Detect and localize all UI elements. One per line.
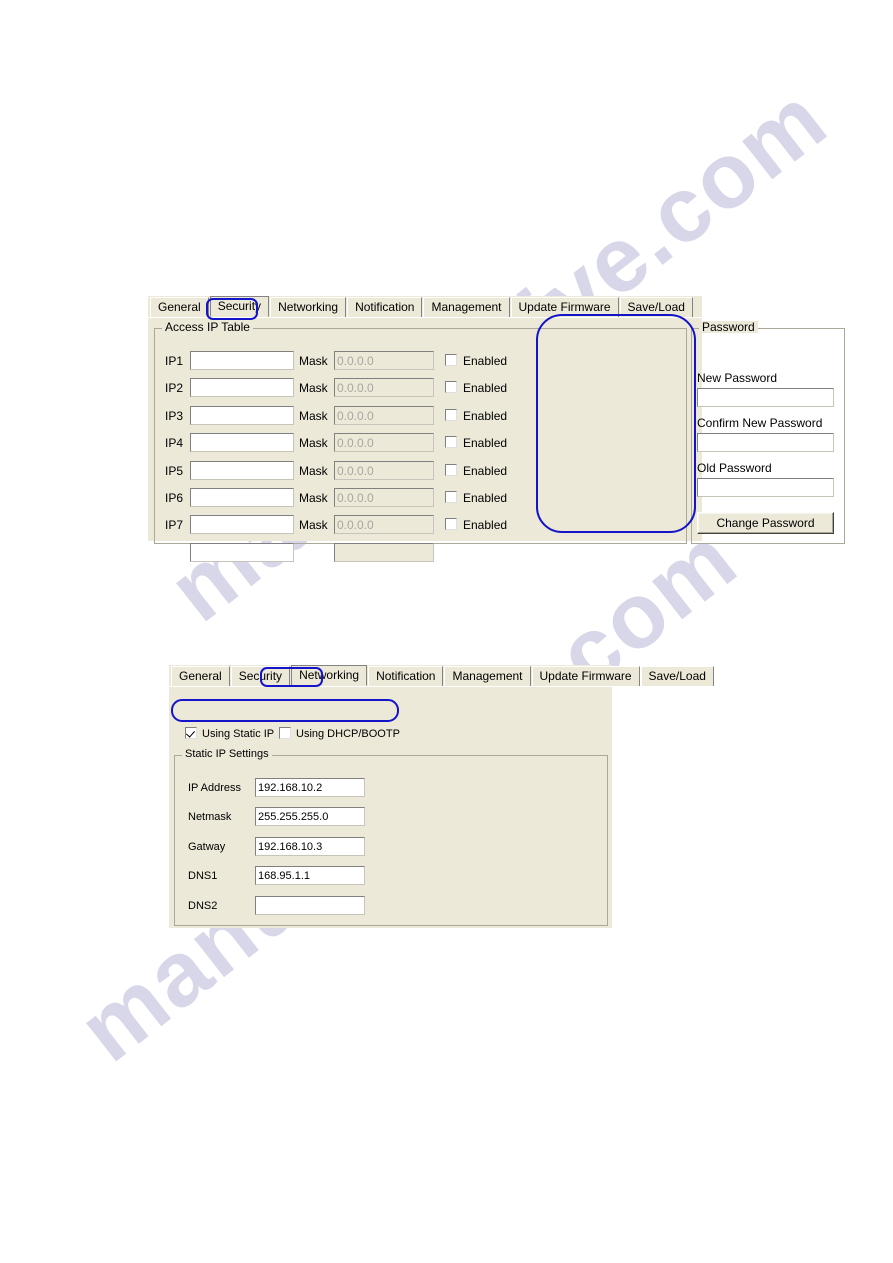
enabled-label: Enabled <box>463 518 508 533</box>
confirm-new-password-label: Confirm New Password <box>697 416 823 430</box>
ip-address-input[interactable] <box>190 460 294 480</box>
static-ip-field-label: Gatway <box>188 840 226 853</box>
security-settings-dialog: General Security Networking Notification Man… <box>148 296 845 562</box>
ip-row-label: IP2 <box>165 381 184 396</box>
ip-address-input[interactable] <box>190 542 294 562</box>
mask-input[interactable]: 0.0.0.0 <box>334 351 434 370</box>
mask-input[interactable]: 0.0.0.0 <box>334 433 434 453</box>
tab-general[interactable]: General <box>171 666 230 686</box>
mask-input[interactable]: 0.0.0.0 <box>334 515 434 535</box>
enabled-label: Enabled <box>463 354 508 368</box>
tab-save-load[interactable]: Save/Load <box>619 297 693 317</box>
enabled-checkbox[interactable] <box>445 463 457 476</box>
tab-save-load[interactable]: Save/Load <box>640 666 714 686</box>
networking-settings-dialog: General Security Networking Notification Man… <box>169 665 714 929</box>
security-tab-body: Access IP Table IP1 Mask 0.0.0.0 Enabled IP2… <box>148 317 845 562</box>
mask-input[interactable]: 0.0.0.0 <box>334 460 434 480</box>
tab-update-firmware[interactable]: Update Firmware <box>531 666 640 686</box>
old-password-input[interactable] <box>697 478 834 497</box>
new-password-label: New Password <box>697 371 778 385</box>
mask-input[interactable]: 0.0.0.0 <box>334 488 434 507</box>
enabled-checkbox[interactable] <box>445 491 457 503</box>
tab-general[interactable]: General <box>150 297 209 317</box>
mask-label: Mask <box>299 463 328 478</box>
mask-label: Mask <box>299 436 328 451</box>
mask-input[interactable] <box>334 542 434 562</box>
mask-label: Mask <box>299 491 328 505</box>
static-ip-field-input[interactable]: 192.168.10.3 <box>255 836 365 856</box>
ip-address-input[interactable] <box>190 378 294 398</box>
tab-notification[interactable]: Notification <box>368 666 444 686</box>
security-tab-strip[interactable]: General Security Networking Notification Man… <box>148 296 702 317</box>
mask-input[interactable]: 0.0.0.0 <box>334 405 434 425</box>
static-ip-field-label: Netmask <box>188 811 232 824</box>
tab-management[interactable]: Management <box>444 666 531 686</box>
password-group-title: Password <box>699 321 758 333</box>
ip-address-input[interactable] <box>190 488 294 507</box>
ip-row-label: IP6 <box>165 491 184 505</box>
change-password-button[interactable]: Change Password <box>697 512 834 534</box>
static-ip-field-label: IP Address <box>188 782 241 794</box>
static-ip-field-label: DNS2 <box>188 899 218 912</box>
using-static-ip-checkbox[interactable] <box>185 727 197 739</box>
confirm-new-password-input[interactable] <box>697 433 834 452</box>
ip-row-label: IP3 <box>165 408 184 423</box>
new-password-input[interactable] <box>697 388 834 407</box>
enabled-checkbox[interactable] <box>445 408 457 421</box>
using-dhcp-bootp-checkbox[interactable] <box>279 727 291 739</box>
enabled-checkbox[interactable] <box>445 436 457 449</box>
ip-row-label: IP5 <box>165 463 184 478</box>
tab-management[interactable]: Management <box>423 297 510 317</box>
ip-row-label: IP1 <box>165 354 184 368</box>
using-dhcp-bootp-label: Using DHCP/BOOTP <box>296 728 400 740</box>
page-watermark: manualshive.com manualshive.com <box>0 0 893 1263</box>
tab-networking[interactable]: Networking <box>270 297 347 317</box>
ip-address-input[interactable] <box>190 433 294 453</box>
tab-notification[interactable]: Notification <box>347 297 423 317</box>
access-ip-table-title: Access IP Table <box>162 321 253 333</box>
mask-label: Mask <box>299 408 328 423</box>
mask-input[interactable]: 0.0.0.0 <box>334 378 434 398</box>
static-ip-field-input[interactable]: 168.95.1.1 <box>255 866 365 886</box>
static-ip-settings-title: Static IP Settings <box>182 748 272 760</box>
enabled-label: Enabled <box>463 381 508 396</box>
ip-address-input[interactable] <box>190 405 294 425</box>
enabled-label: Enabled <box>463 463 508 478</box>
static-ip-field-label: DNS1 <box>188 870 218 883</box>
tab-security[interactable]: Security <box>209 296 270 317</box>
enabled-checkbox[interactable] <box>445 381 457 394</box>
ip-row-label: IP4 <box>165 436 184 451</box>
old-password-label: Old Password <box>697 461 772 475</box>
enabled-label: Enabled <box>463 491 508 505</box>
using-static-ip-label: Using Static IP <box>202 728 275 740</box>
tab-update-firmware[interactable]: Update Firmware <box>510 297 619 317</box>
ip-row-label: IP7 <box>165 518 184 533</box>
static-ip-field-input[interactable]: 255.255.255.0 <box>255 807 365 827</box>
static-ip-field-input[interactable] <box>255 895 365 915</box>
tab-security[interactable]: Security <box>230 666 291 686</box>
enabled-label: Enabled <box>463 436 508 451</box>
mask-label: Mask <box>299 518 328 533</box>
networking-tab-body: Using Static IP Using DHCP/BOOTP Static … <box>169 686 612 929</box>
enabled-label: Enabled <box>463 408 508 423</box>
ip-address-input[interactable] <box>190 515 294 535</box>
ip-address-input[interactable] <box>190 351 294 370</box>
networking-tab-strip[interactable]: General Security Networking Notification Man… <box>169 665 714 686</box>
enabled-checkbox[interactable] <box>445 518 457 531</box>
static-ip-field-input[interactable]: 192.168.10.2 <box>255 778 365 797</box>
enabled-checkbox[interactable] <box>445 354 457 366</box>
mask-label: Mask <box>299 381 328 396</box>
tab-networking[interactable]: Networking <box>291 665 368 686</box>
mask-label: Mask <box>299 354 328 368</box>
